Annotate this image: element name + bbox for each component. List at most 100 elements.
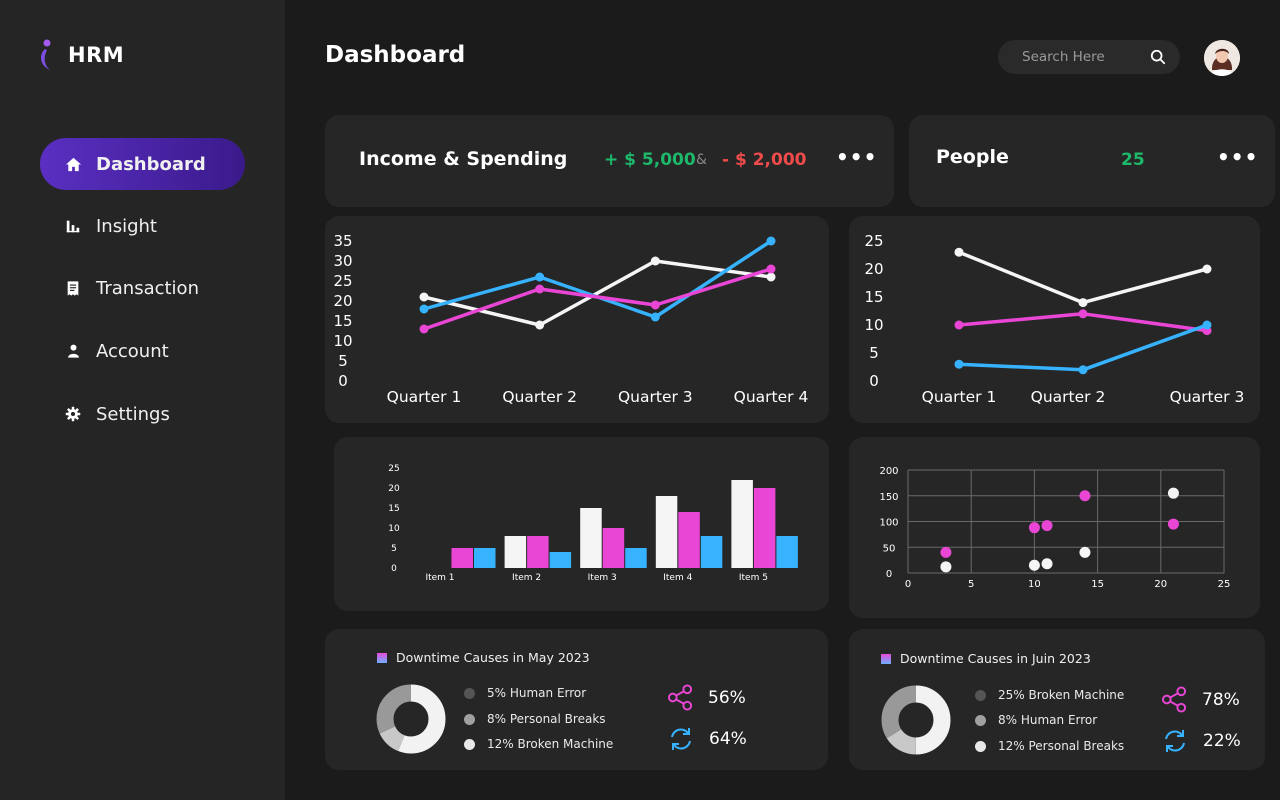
y-tick-label: 15 [388,504,399,514]
sidebar-item-label: Transaction [96,277,199,299]
avatar[interactable] [1204,40,1240,76]
sidebar-item-transaction[interactable]: Transaction [40,262,245,314]
legend-item: 8% Human Error [975,713,1097,727]
downtime-may-title: Downtime Causes in May 2023 [396,650,590,665]
legend-item: 8% Personal Breaks [464,712,606,726]
bar [625,548,647,568]
bar [753,488,776,568]
x-tick-label: Quarter 1 [387,388,462,406]
sync-icon[interactable] [1161,727,1189,755]
sidebar-item-dashboard[interactable]: Dashboard [40,138,245,190]
more-options-icon[interactable]: ••• [836,145,877,169]
sidebar-item-account[interactable]: Account [40,325,245,377]
sidebar-item-label: Settings [96,403,170,425]
search-input[interactable] [1022,49,1142,65]
x-tick-label: Item 2 [512,573,541,583]
y-tick-label: 0 [338,372,348,390]
people-count: 25 [1121,150,1145,170]
y-tick-label: 25 [388,464,399,474]
sync-icon[interactable] [667,725,695,753]
data-point [766,264,776,274]
legend-dot [975,714,986,726]
y-tick-label: 100 [879,518,898,529]
data-point [650,256,660,266]
series-line [423,267,772,331]
search-bar[interactable] [998,40,1180,74]
x-tick-label: 0 [905,579,911,590]
data-point [954,247,964,257]
share-value: 56% [708,687,746,708]
share-stat: 56% [667,684,746,711]
x-tick-label: Quarter 2 [1031,388,1106,406]
legend-label: 5% Human Error [487,686,587,700]
sidebar-item-label: Account [96,340,169,362]
sidebar: HRM Dashboard Insight Transaction Accoun… [0,0,285,800]
downtime-may-title-row: Downtime Causes in May 2023 [377,650,590,665]
app-logo[interactable]: HRM [38,38,124,72]
legend-item: 25% Broken Machine [975,688,1124,702]
sync-value: 64% [709,729,747,749]
x-tick-label: 10 [1028,579,1041,590]
x-tick-label: Quarter 3 [618,388,693,406]
bar [451,548,473,568]
legend-dot [464,687,475,699]
app-name: HRM [68,43,125,67]
scatter-chart: 0 5 10 15 20 25 0 50 100 150 200 [879,466,1231,590]
y-tick-label: 35 [333,232,352,250]
data-point [535,320,545,330]
series-line [423,239,772,319]
x-tick-label: 25 [1218,579,1231,590]
sidebar-item-settings[interactable]: Settings [40,388,245,440]
legend-dot [975,740,986,752]
people-card: People 25 ••• [909,115,1275,207]
series-line [958,250,1208,305]
people-line-chart-card: 0 5 10 15 20 25 Quarter 1 Quarter 2 Quarter 3 [849,216,1260,423]
x-tick-label: 20 [1154,579,1167,590]
data-point [954,320,964,330]
data-point [1167,518,1179,530]
data-point [650,312,660,322]
downtime-may-card: Downtime Causes in May 2023 5% Human Err… [325,629,828,770]
x-tick-label: Quarter 2 [502,388,577,406]
legend-square-icon [881,653,891,664]
sidebar-item-insight[interactable]: Insight [40,200,245,252]
legend-item: 12% Broken Machine [464,737,613,751]
legend-item: 12% Personal Breaks [975,739,1124,753]
data-point [1028,559,1040,571]
sidebar-item-label: Insight [96,215,157,237]
legend-square-icon [377,652,387,663]
sync-stat: 22% [1161,727,1241,755]
y-tick-label: 25 [333,272,352,290]
bar [655,496,678,568]
bar [776,536,798,568]
data-point [766,236,776,246]
x-tick-label: Item 3 [588,573,617,583]
series-line [958,323,1208,372]
legend-label: 12% Personal Breaks [998,739,1125,753]
page-title: Dashboard [325,42,466,68]
bar [580,508,602,568]
sync-stat: 64% [667,725,747,753]
x-tick-label: Quarter 4 [734,388,809,406]
x-tick-label: Quarter 1 [922,388,997,406]
bar [700,536,723,568]
spending-value: - $ 2,000 [722,150,807,170]
bar [504,536,527,568]
downtime-june-title: Downtime Causes in Juin 2023 [900,651,1091,666]
data-point [535,272,545,282]
share-icon[interactable] [667,684,694,711]
y-tick-label: 25 [864,232,883,250]
y-tick-label: 20 [388,484,400,494]
y-tick-label: 0 [869,372,879,390]
legend-label: 8% Human Error [998,713,1098,727]
downtime-june-title-row: Downtime Causes in Juin 2023 [881,651,1091,666]
home-icon [64,155,82,173]
income-separator: & [696,152,707,168]
share-icon[interactable] [1161,686,1188,713]
legend-item: 5% Human Error [464,686,586,700]
data-point [1078,309,1088,319]
more-options-icon[interactable]: ••• [1217,145,1258,169]
search-icon[interactable] [1150,49,1166,65]
y-tick-label: 15 [864,288,883,306]
y-tick-label: 150 [879,492,898,503]
